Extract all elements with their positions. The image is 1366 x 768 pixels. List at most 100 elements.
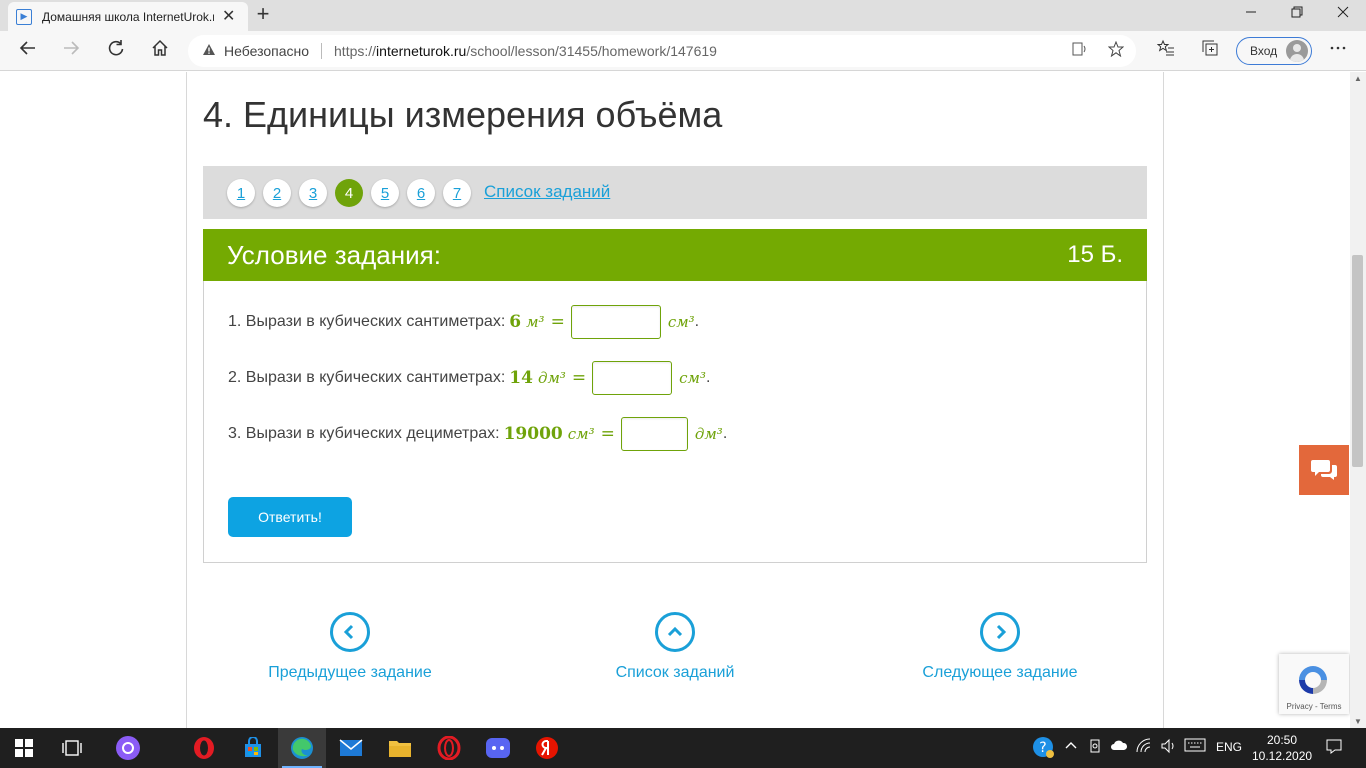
question-2: 2. Вырази в кубических сантиметрах: 14 д… <box>228 361 710 395</box>
period: . <box>706 369 711 386</box>
tab-close-icon[interactable]: ✕ <box>222 8 235 25</box>
volume-icon[interactable] <box>1160 738 1178 757</box>
forward-arrow-icon[interactable] <box>59 39 83 63</box>
browser-tab[interactable]: ▶ Домашняя школа InternetUrok.ru ✕ <box>8 2 248 31</box>
keyboard-icon[interactable] <box>1184 738 1206 755</box>
more-menu-icon[interactable] <box>1326 39 1350 63</box>
new-tab-button[interactable]: + <box>252 3 274 26</box>
close-window-icon[interactable] <box>1333 4 1353 24</box>
question-1: 1. Вырази в кубических сантиметрах: 6 м³… <box>228 305 699 339</box>
back-arrow-icon[interactable] <box>16 39 40 63</box>
question-text: 3. Вырази в кубических дециметрах: <box>228 425 500 442</box>
wifi-icon[interactable] <box>1136 738 1152 757</box>
period: . <box>722 425 728 442</box>
windows-taskbar: ? ENG 20:50 10.12.2020 <box>0 728 1366 768</box>
task-number-1[interactable]: 1 <box>227 179 255 207</box>
chevron-left-icon[interactable] <box>330 612 370 652</box>
task-number-7[interactable]: 7 <box>443 179 471 207</box>
store-icon[interactable] <box>229 728 277 768</box>
alice-assistant-icon[interactable] <box>104 728 152 768</box>
answer-input-2[interactable] <box>592 361 673 395</box>
discord-icon[interactable] <box>474 728 522 768</box>
collections-icon[interactable] <box>1198 39 1222 63</box>
scroll-up-arrow-icon[interactable]: ▲ <box>1354 74 1362 83</box>
device-icon[interactable] <box>1088 738 1102 757</box>
task-view-icon[interactable] <box>48 728 96 768</box>
answer-unit: см³ <box>679 369 707 387</box>
recaptcha-links[interactable]: Privacy - Terms <box>1279 702 1349 711</box>
yandex-browser-icon[interactable] <box>523 728 571 768</box>
url-text[interactable]: https://interneturok.ru/school/lesson/31… <box>334 43 717 59</box>
address-bar[interactable]: Небезопасно https://interneturok.ru/scho… <box>188 35 1136 67</box>
task-number-4-active[interactable]: 4 <box>335 179 363 207</box>
favorite-star-icon[interactable] <box>1106 40 1126 61</box>
task-number-6[interactable]: 6 <box>407 179 435 207</box>
chat-icon[interactable] <box>1299 445 1349 495</box>
answer-unit: см³ <box>667 313 695 331</box>
question-value: 6 <box>509 312 522 332</box>
next-task-link[interactable]: Следующее задание <box>870 612 1130 682</box>
points-badge: 15 Б. <box>1067 241 1123 268</box>
svg-text:?: ? <box>1039 740 1046 756</box>
equals-sign: = <box>600 424 615 444</box>
chevron-up-icon[interactable] <box>655 612 695 652</box>
condition-header: Условие задания: 15 Б. <box>203 229 1147 281</box>
question-unit: см³ <box>567 425 595 443</box>
equals-sign: = <box>571 368 587 388</box>
onedrive-icon[interactable] <box>1110 738 1128 755</box>
page-scrollbar[interactable]: ▲ ▼ <box>1350 72 1366 728</box>
security-status[interactable]: Небезопасно <box>224 43 309 59</box>
task-list-link[interactable]: Список заданий <box>484 182 610 202</box>
question-unit: дм³ <box>537 369 566 387</box>
opera-browser-icon[interactable] <box>425 728 473 768</box>
opera-icon[interactable] <box>180 728 228 768</box>
file-explorer-icon[interactable] <box>376 728 424 768</box>
question-text: 1. Вырази в кубических сантиметрах: <box>228 313 506 330</box>
answer-input-1[interactable] <box>570 305 661 339</box>
favorites-list-icon[interactable] <box>1154 39 1178 63</box>
period: . <box>694 313 700 330</box>
task-number-2[interactable]: 2 <box>263 179 291 207</box>
restore-icon[interactable] <box>1287 4 1307 24</box>
site-favicon-icon: ▶ <box>16 8 32 25</box>
recaptcha-badge[interactable]: Privacy - Terms <box>1279 654 1349 714</box>
home-icon[interactable] <box>148 39 172 63</box>
submit-answer-button[interactable]: Ответить! <box>228 497 352 537</box>
previous-task-label[interactable]: Предыдущее задание <box>220 664 480 682</box>
task-list-nav-link[interactable]: Список заданий <box>545 612 805 682</box>
scroll-down-arrow-icon[interactable]: ▼ <box>1354 717 1362 726</box>
next-task-label[interactable]: Следующее задание <box>870 664 1130 682</box>
previous-task-link[interactable]: Предыдущее задание <box>220 612 480 682</box>
sign-in-label: Вход <box>1250 44 1278 58</box>
browser-toolbar: Небезопасно https://interneturok.ru/scho… <box>0 31 1366 71</box>
minimize-icon[interactable] <box>1241 4 1261 24</box>
chevron-up-tray-icon[interactable] <box>1064 738 1078 755</box>
address-separator <box>321 43 323 59</box>
scrollbar-thumb[interactable] <box>1352 255 1363 467</box>
mail-icon[interactable] <box>327 728 375 768</box>
task-number-5[interactable]: 5 <box>371 179 399 207</box>
answer-input-3[interactable] <box>620 417 688 451</box>
notifications-icon[interactable] <box>1326 738 1342 757</box>
question-value: 19000 <box>503 424 563 444</box>
warning-icon[interactable] <box>202 43 216 59</box>
read-aloud-icon[interactable] <box>1070 41 1090 61</box>
system-clock[interactable]: 20:50 10.12.2020 <box>1252 732 1312 764</box>
browser-tab-strip: ▶ Домашняя школа InternetUrok.ru ✕ + <box>0 0 1366 31</box>
recaptcha-icon <box>1299 666 1327 694</box>
edge-browser-icon[interactable] <box>278 728 326 768</box>
input-language[interactable]: ENG <box>1216 740 1242 754</box>
sign-in-button[interactable]: Вход <box>1236 37 1312 65</box>
windows-start-icon[interactable] <box>0 728 48 768</box>
condition-title: Условие задания: <box>227 239 441 270</box>
task-number-3[interactable]: 3 <box>299 179 327 207</box>
chevron-right-icon[interactable] <box>980 612 1020 652</box>
page-viewport: 4. Единицы измерения объёма 1 2 3 4 5 6 … <box>0 72 1366 728</box>
task-list-nav-label[interactable]: Список заданий <box>545 664 805 682</box>
tab-title: Домашняя школа InternetUrok.ru <box>42 9 214 24</box>
help-icon[interactable]: ? <box>1032 736 1054 761</box>
task-number-bar: 1 2 3 4 5 6 7 Список заданий <box>203 166 1147 219</box>
question-unit: м³ <box>526 313 545 331</box>
refresh-icon[interactable] <box>104 39 128 63</box>
answer-unit: дм³ <box>694 425 723 443</box>
